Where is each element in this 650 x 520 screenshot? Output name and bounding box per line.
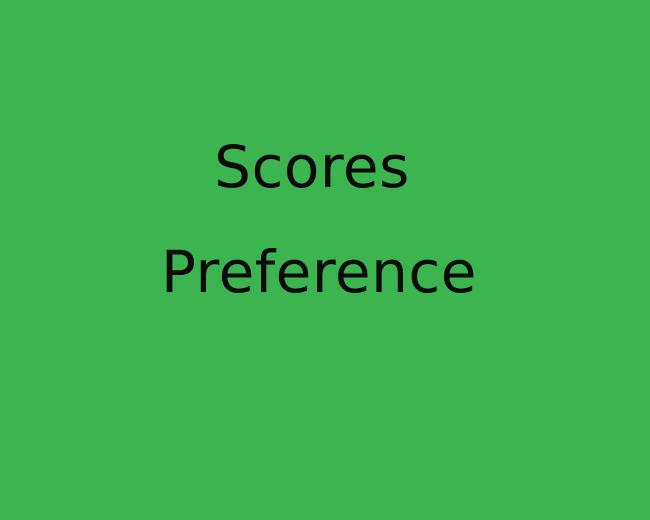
text-line-preference: Preference	[161, 238, 477, 306]
green-slide-background: Scores Preference	[0, 0, 650, 520]
text-line-scores: Scores	[214, 133, 410, 201]
